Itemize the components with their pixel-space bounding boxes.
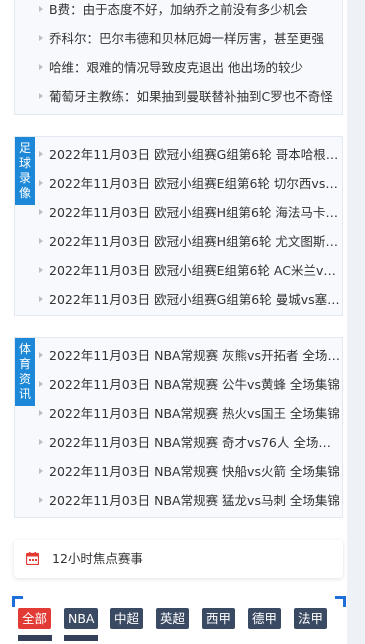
sports-item[interactable]: 2022年11月03日 NBA常规赛 奇才vs76人 全场集锦	[35, 428, 342, 457]
tab-underline	[64, 635, 98, 641]
tab-la-liga[interactable]: 西甲	[202, 608, 236, 629]
arrow-icon	[39, 381, 43, 387]
corner-decoration	[12, 596, 23, 607]
replay-item[interactable]: 2022年11月03日 欧冠小组赛H组第6轮 尤文图斯vs巴黎圣日耳曼	[35, 227, 342, 256]
corner-decoration	[335, 596, 346, 607]
replay-item[interactable]: 2022年11月03日 欧冠小组赛E组第6轮 AC米兰vs萨尔茨堡	[35, 256, 342, 285]
sports-item[interactable]: 2022年11月03日 NBA常规赛 公牛vs黄蜂 全场集锦	[35, 370, 342, 399]
news-item[interactable]: B费：由于态度不好，加纳乔之前没有多少机会	[35, 0, 342, 24]
page-right-gutter	[347, 0, 365, 644]
sports-news-card: 体育资讯 2022年11月03日 NBA常规赛 灰熊vs开拓者 全场集锦 202…	[14, 337, 343, 518]
arrow-icon	[39, 93, 43, 99]
replay-item[interactable]: 2022年11月03日 欧冠小组赛G组第6轮 哥本哈根vs多特蒙德	[35, 140, 342, 169]
tab-underline	[18, 635, 52, 641]
news-item[interactable]: 哈维：艰难的情况导致皮克退出 他出场的较少	[35, 53, 342, 82]
arrow-icon	[39, 468, 43, 474]
arrow-icon	[39, 497, 43, 503]
news-card: B费：由于态度不好，加纳乔之前没有多少机会 乔科尔：巴尔韦德和贝林厄姆一样厉害，…	[14, 0, 343, 115]
tab-csl[interactable]: 中超	[110, 608, 144, 629]
tab-bundesliga[interactable]: 德甲	[248, 608, 282, 629]
tab-nba[interactable]: NBA	[64, 608, 99, 629]
calendar-icon	[26, 552, 39, 565]
replay-item-text: 2022年11月03日 欧冠小组赛H组第6轮 尤文图斯vs巴黎圣日耳曼	[49, 234, 342, 249]
news-item[interactable]: 葡萄牙主教练：如果抽到曼联替补抽到C罗也不奇怪	[35, 82, 342, 111]
tab-all[interactable]: 全部	[18, 608, 52, 629]
news-item-text: 哈维：艰难的情况导致皮克退出 他出场的较少	[49, 60, 303, 75]
arrow-icon	[39, 209, 43, 215]
replay-item-text: 2022年11月03日 欧冠小组赛E组第6轮 切尔西vs萨格勒布迪纳摩	[49, 176, 342, 191]
arrow-icon	[39, 64, 43, 70]
tab-ligue-1[interactable]: 法甲	[294, 608, 328, 629]
news-item[interactable]: 乔科尔：巴尔韦德和贝林厄姆一样厉害，甚至更强	[35, 24, 342, 53]
arrow-icon	[39, 151, 43, 157]
news-item-text: 葡萄牙主教练：如果抽到曼联替补抽到C罗也不奇怪	[49, 89, 333, 104]
sports-news-list: 2022年11月03日 NBA常规赛 灰熊vs开拓者 全场集锦 2022年11月…	[35, 341, 342, 515]
sports-item[interactable]: 2022年11月03日 NBA常规赛 猛龙vs马刺 全场集锦	[35, 486, 342, 515]
arrow-icon	[39, 180, 43, 186]
sports-item[interactable]: 2022年11月03日 NBA常规赛 热火vs国王 全场集锦	[35, 399, 342, 428]
news-item-text: B费：由于态度不好，加纳乔之前没有多少机会	[49, 2, 308, 17]
focus-events-bar[interactable]: 12小时焦点赛事	[14, 540, 343, 578]
arrow-icon	[39, 410, 43, 416]
focus-events-label: 12小时焦点赛事	[52, 551, 143, 566]
arrow-icon	[39, 267, 43, 273]
sports-item-text: 2022年11月03日 NBA常规赛 热火vs国王 全场集锦	[49, 406, 340, 421]
arrow-icon	[39, 35, 43, 41]
replay-item-text: 2022年11月03日 欧冠小组赛H组第6轮 海法马卡比vs本菲卡	[49, 205, 342, 220]
arrow-icon	[39, 238, 43, 244]
arrow-icon	[39, 352, 43, 358]
sports-item-text: 2022年11月03日 NBA常规赛 奇才vs76人 全场集锦	[49, 435, 342, 450]
sports-item-text: 2022年11月03日 NBA常规赛 快船vs火箭 全场集锦	[49, 464, 340, 479]
arrow-icon	[39, 296, 43, 302]
sports-item[interactable]: 2022年11月03日 NBA常规赛 快船vs火箭 全场集锦	[35, 457, 342, 486]
news-item-text: 乔科尔：巴尔韦德和贝林厄姆一样厉害，甚至更强	[49, 31, 325, 46]
football-replay-card: 足球录像 2022年11月03日 欧冠小组赛G组第6轮 哥本哈根vs多特蒙德 2…	[14, 136, 343, 316]
replay-item-text: 2022年11月03日 欧冠小组赛G组第6轮 曼城vs塞维利亚	[49, 292, 342, 307]
tab-premier-league[interactable]: 英超	[156, 608, 190, 629]
sports-item-text: 2022年11月03日 NBA常规赛 公牛vs黄蜂 全场集锦	[49, 377, 340, 392]
replay-item[interactable]: 2022年11月03日 欧冠小组赛E组第6轮 切尔西vs萨格勒布迪纳摩	[35, 169, 342, 198]
football-replay-tab[interactable]: 足球录像	[15, 137, 35, 205]
sports-item-text: 2022年11月03日 NBA常规赛 猛龙vs马刺 全场集锦	[49, 493, 340, 508]
replay-item[interactable]: 2022年11月03日 欧冠小组赛H组第6轮 海法马卡比vs本菲卡	[35, 198, 342, 227]
replay-item[interactable]: 2022年11月03日 欧冠小组赛G组第6轮 曼城vs塞维利亚	[35, 285, 342, 314]
sports-item[interactable]: 2022年11月03日 NBA常规赛 灰熊vs开拓者 全场集锦	[35, 341, 342, 370]
sports-news-tab[interactable]: 体育资讯	[15, 338, 35, 406]
arrow-icon	[39, 439, 43, 445]
category-tabs: 全部 NBA 中超 英超 西甲 德甲 法甲	[12, 596, 346, 644]
football-replay-list: 2022年11月03日 欧冠小组赛G组第6轮 哥本哈根vs多特蒙德 2022年1…	[35, 140, 342, 314]
replay-item-text: 2022年11月03日 欧冠小组赛E组第6轮 AC米兰vs萨尔茨堡	[49, 263, 342, 278]
arrow-icon	[39, 6, 43, 12]
sports-item-text: 2022年11月03日 NBA常规赛 灰熊vs开拓者 全场集锦	[49, 348, 342, 363]
replay-item-text: 2022年11月03日 欧冠小组赛G组第6轮 哥本哈根vs多特蒙德	[49, 147, 342, 162]
news-list: B费：由于态度不好，加纳乔之前没有多少机会 乔科尔：巴尔韦德和贝林厄姆一样厉害，…	[35, 0, 342, 111]
